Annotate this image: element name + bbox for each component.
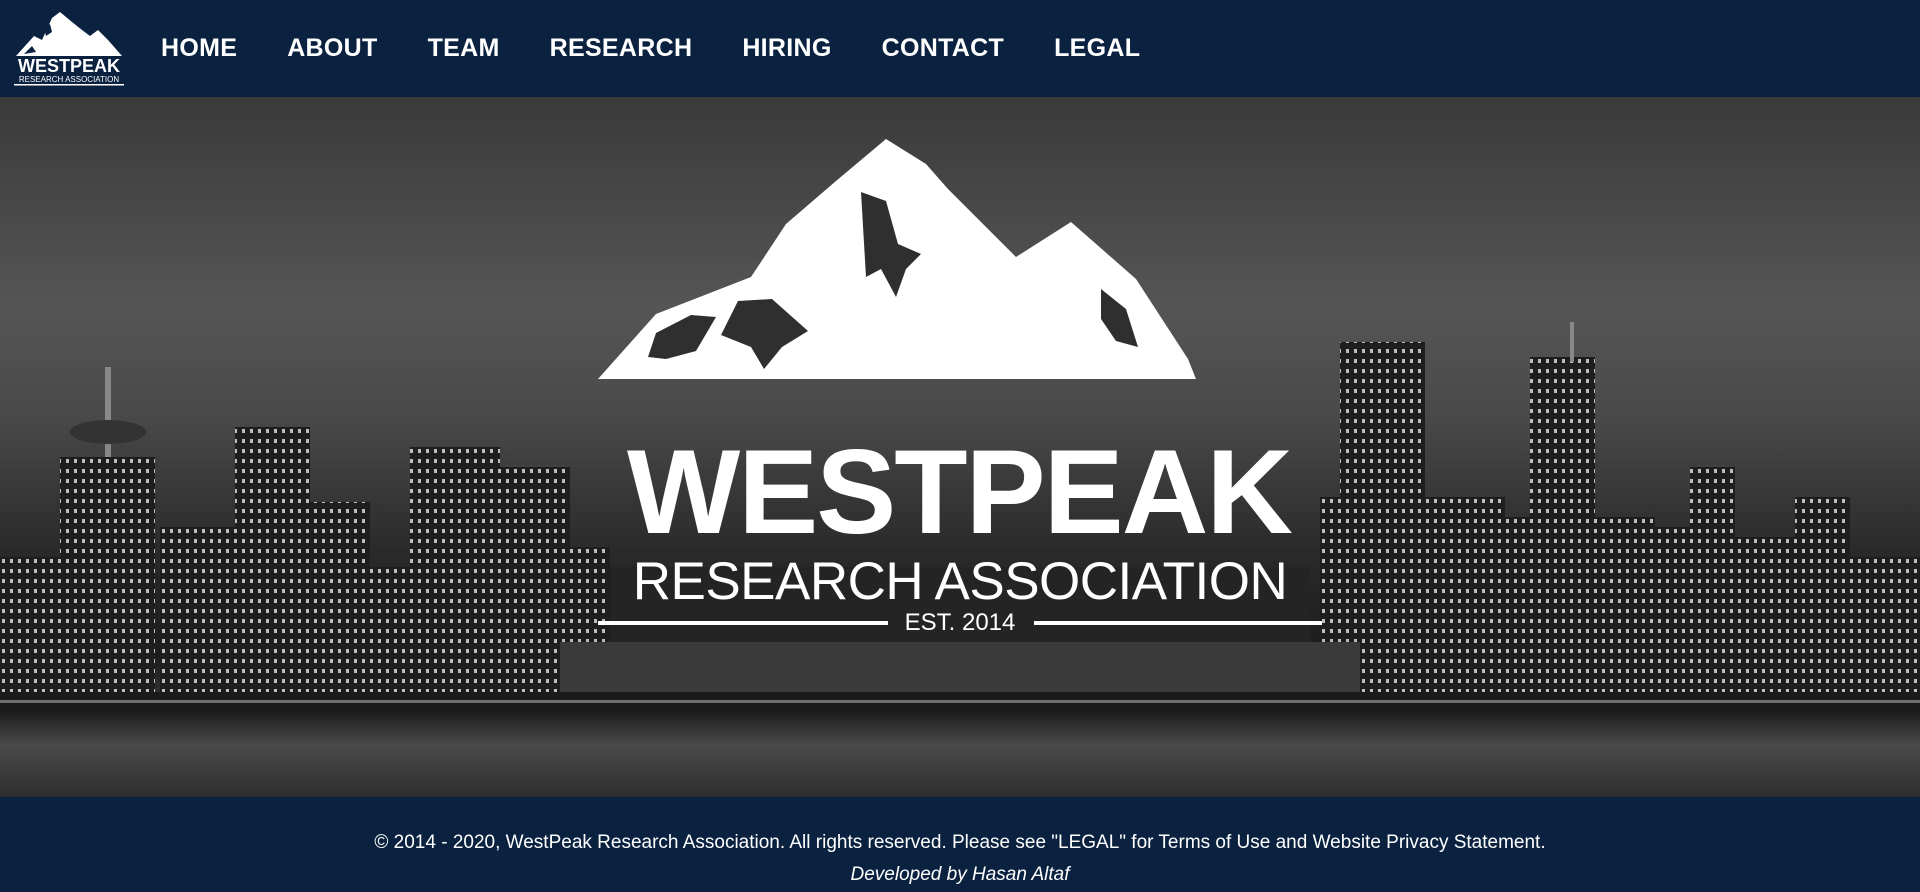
- nav-hiring[interactable]: HIRING: [742, 30, 831, 66]
- nav-legal[interactable]: LEGAL: [1054, 30, 1140, 66]
- nav-home[interactable]: HOME: [161, 30, 237, 66]
- mountain-logo-icon: WESTPEAK RESEARCH ASSOCIATION: [14, 12, 124, 86]
- footer-copyright: © 2014 - 2020, WestPeak Research Associa…: [374, 832, 1546, 853]
- nav-research[interactable]: RESEARCH: [550, 30, 693, 66]
- nav-team[interactable]: TEAM: [428, 30, 500, 66]
- nav-about[interactable]: ABOUT: [287, 30, 377, 66]
- nav-contact[interactable]: CONTACT: [882, 30, 1004, 66]
- svg-text:RESEARCH ASSOCIATION: RESEARCH ASSOCIATION: [19, 75, 120, 84]
- top-navbar: WESTPEAK RESEARCH ASSOCIATION HOME ABOUT…: [0, 0, 1920, 97]
- footer-developer-credit: Developed by Hasan Altaf: [850, 864, 1070, 885]
- hero-banner: WESTPEAK RESEARCH ASSOCIATION EST. 2014: [0, 97, 1920, 797]
- site-logo[interactable]: WESTPEAK RESEARCH ASSOCIATION: [12, 6, 126, 86]
- svg-text:WESTPEAK: WESTPEAK: [18, 56, 120, 76]
- hero-subtitle: RESEARCH ASSOCIATION: [632, 552, 1288, 611]
- hero-established: EST. 2014: [904, 609, 1016, 636]
- main-nav: HOME ABOUT TEAM RESEARCH HIRING CONTACT …: [161, 30, 1190, 66]
- site-footer: © 2014 - 2020, WestPeak Research Associa…: [0, 797, 1920, 892]
- hero-title: WESTPEAK: [626, 425, 1293, 559]
